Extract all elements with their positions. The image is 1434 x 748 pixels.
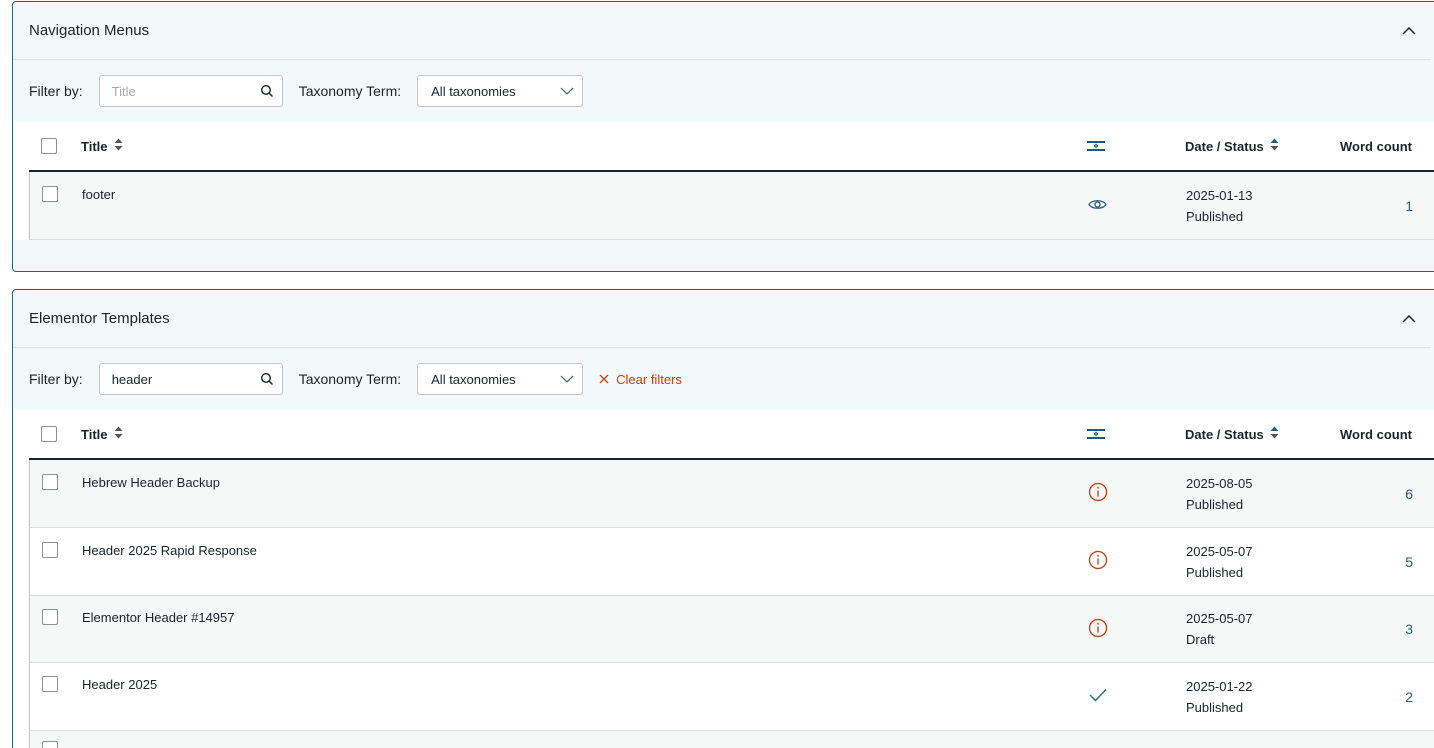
content-table: Title Date / Status Word count Hebrew He… xyxy=(13,410,1434,748)
filter-bar: Filter by: Taxonomy Term: All taxonomies xyxy=(13,60,1434,122)
table-header-row: Title Date / Status Word count xyxy=(29,122,1434,172)
date-status-column-header[interactable]: Date / Status xyxy=(1185,136,1335,157)
clear-filters-button[interactable]: Clear filters xyxy=(599,372,682,387)
title-search-input[interactable] xyxy=(99,364,250,394)
taxonomy-select-value: All taxonomies xyxy=(431,371,516,387)
row-date: 2025-01-13 xyxy=(1186,187,1253,203)
title-column-header[interactable]: Title xyxy=(81,426,1087,442)
row-checkbox[interactable] xyxy=(42,741,58,748)
panel-title: Elementor Templates xyxy=(29,310,170,327)
filter-label: Filter by: xyxy=(29,83,83,99)
row-title[interactable]: Elementor Header #14957 xyxy=(82,596,1088,625)
word-count-column-header: Word count xyxy=(1340,138,1412,154)
filter-label: Filter by: xyxy=(29,371,83,387)
taxonomy-term-label: Taxonomy Term: xyxy=(298,83,402,99)
israel-flag-icon xyxy=(1087,428,1105,440)
word-count-link[interactable]: 3 xyxy=(1405,621,1413,637)
row-checkbox[interactable] xyxy=(42,676,58,692)
table-row[interactable]: Header 2025 2025-01-22 Published 2 xyxy=(29,663,1434,731)
row-date: 2025-05-07 xyxy=(1186,543,1253,559)
row-title[interactable]: Header 2025 xyxy=(82,663,1088,692)
row-title[interactable]: Hebrew Header Backup xyxy=(82,460,1088,490)
row-title[interactable]: Header 2025 Rapid Response xyxy=(82,528,1088,558)
panel-header: Elementor Templates xyxy=(13,290,1431,348)
sort-icon[interactable] xyxy=(1270,136,1279,157)
panel-title: Navigation Menus xyxy=(29,22,150,39)
word-count-link[interactable]: 5 xyxy=(1405,554,1413,570)
title-search-box xyxy=(98,363,283,395)
sort-icon[interactable] xyxy=(114,426,123,442)
sort-icon[interactable] xyxy=(1270,424,1279,445)
israel-flag-icon xyxy=(1087,140,1105,152)
title-search-input[interactable] xyxy=(99,76,250,106)
row-status: Draft xyxy=(1186,632,1215,647)
date-status-column-header[interactable]: Date / Status xyxy=(1185,424,1335,445)
select-all-checkbox[interactable] xyxy=(41,426,57,442)
taxonomy-term-label: Taxonomy Term: xyxy=(298,371,402,387)
taxonomy-select[interactable]: All taxonomies xyxy=(417,75,584,107)
info-circle-icon[interactable] xyxy=(1088,618,1108,641)
filter-bar: Filter by: Taxonomy Term: All taxonomies… xyxy=(13,348,1434,410)
collapse-chevron-up-icon[interactable] xyxy=(1399,21,1419,41)
search-icon[interactable] xyxy=(260,372,274,389)
word-count-link[interactable]: 1 xyxy=(1405,198,1413,214)
row-title[interactable]: footer xyxy=(82,172,1088,202)
check-icon xyxy=(1088,687,1108,706)
word-count-link[interactable]: 6 xyxy=(1405,486,1413,502)
word-count-link[interactable]: 2 xyxy=(1405,689,1413,705)
row-date: 2025-01-22 xyxy=(1186,678,1253,694)
taxonomy-select-value: All taxonomies xyxy=(431,83,516,99)
word-count-column-header: Word count xyxy=(1340,426,1412,442)
table-row[interactable] xyxy=(29,731,1434,748)
chevron-down-icon xyxy=(560,85,574,100)
taxonomy-select[interactable]: All taxonomies xyxy=(417,363,584,395)
select-all-checkbox[interactable] xyxy=(41,138,57,154)
table-row[interactable]: footer 2025-01-13 Published 1 xyxy=(29,172,1434,240)
elementor-templates-panel: Elementor Templates Filter by: Taxonomy … xyxy=(12,289,1434,748)
info-circle-icon[interactable] xyxy=(1088,482,1108,505)
chevron-down-icon xyxy=(560,373,574,388)
table-header-row: Title Date / Status Word count xyxy=(29,410,1434,460)
table-row[interactable]: Header 2025 Rapid Response 2025-05-07 Pu… xyxy=(29,528,1434,596)
row-status: Published xyxy=(1186,564,1244,580)
row-checkbox[interactable] xyxy=(42,186,58,202)
sort-icon[interactable] xyxy=(114,138,123,154)
row-date: 2025-08-05 xyxy=(1186,475,1253,491)
row-status: Published xyxy=(1186,496,1244,512)
table-row[interactable]: Hebrew Header Backup 2025-08-05 Publishe… xyxy=(29,460,1434,528)
row-date: 2025-05-07 xyxy=(1186,611,1253,626)
navigation-menus-panel: Navigation Menus Filter by: Taxonomy Ter… xyxy=(12,1,1434,272)
close-icon xyxy=(599,372,609,387)
title-column-header[interactable]: Title xyxy=(81,138,1087,154)
panel-header: Navigation Menus xyxy=(13,2,1431,60)
eye-icon[interactable] xyxy=(1088,198,1107,214)
row-checkbox[interactable] xyxy=(42,474,58,490)
row-checkbox[interactable] xyxy=(42,542,58,558)
row-status: Published xyxy=(1186,699,1244,715)
row-checkbox[interactable] xyxy=(42,609,58,625)
search-icon[interactable] xyxy=(260,84,274,101)
content-table: Title Date / Status Word count footer 20… xyxy=(13,122,1434,240)
info-circle-icon[interactable] xyxy=(1088,550,1108,573)
row-status: Published xyxy=(1186,208,1244,224)
title-search-box xyxy=(98,75,283,107)
collapse-chevron-up-icon[interactable] xyxy=(1399,309,1419,329)
table-row[interactable]: Elementor Header #14957 2025-05-07 Draft… xyxy=(29,596,1434,663)
clear-filters-label: Clear filters xyxy=(616,371,682,387)
